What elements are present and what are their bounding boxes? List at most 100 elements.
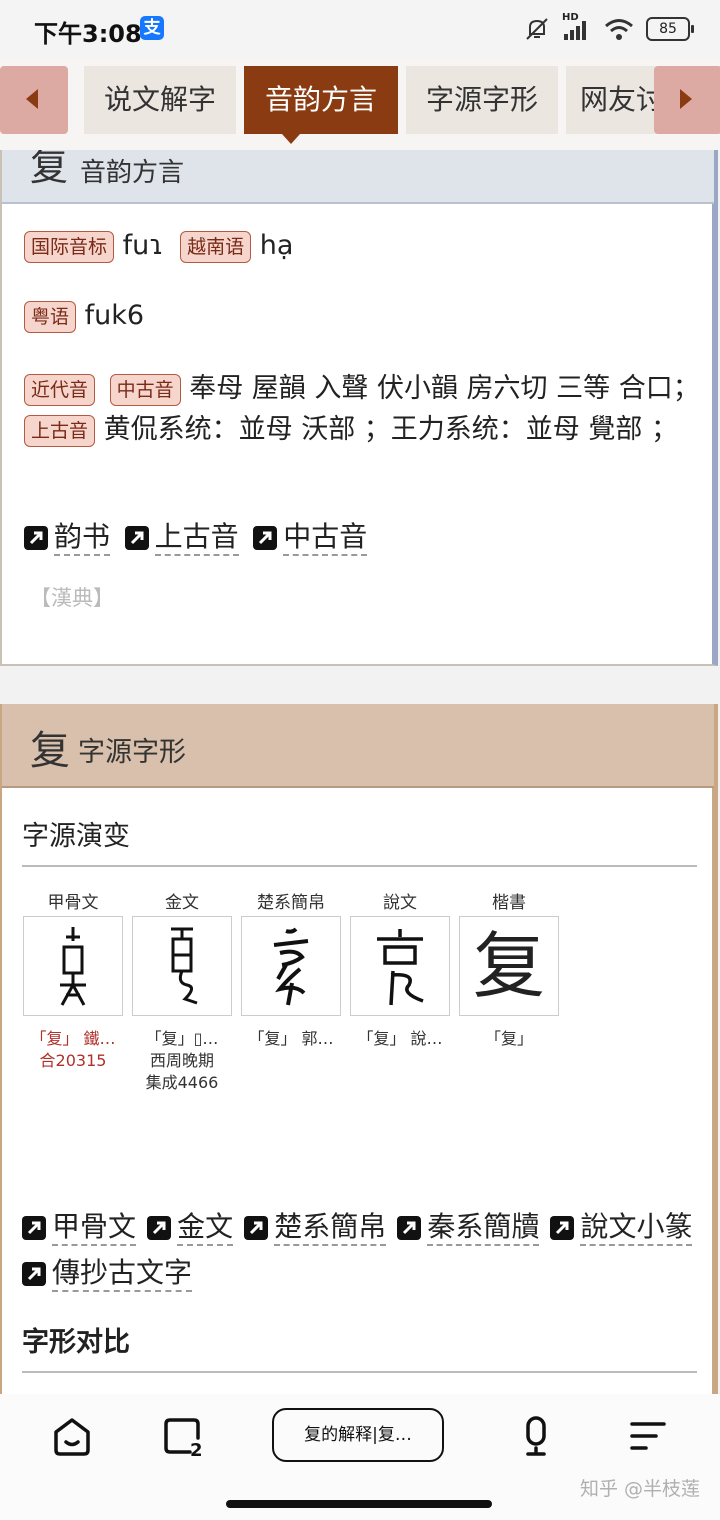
link-zhongguyin[interactable]: 中古音 — [253, 520, 368, 556]
section-title: 字源字形 — [78, 737, 186, 768]
external-link-icon — [22, 1216, 46, 1240]
glyph-oracle[interactable]: 甲骨文 「复」 鐵… 合20315 — [22, 888, 124, 1072]
link-jiaguwen[interactable]: 甲骨文 — [22, 1210, 137, 1246]
script-links: 甲骨文 金文 楚系簡帛 秦系簡牘 說文小篆 傳抄古文字 — [22, 1210, 712, 1302]
alipay-icon: 支 — [140, 16, 164, 40]
external-link-icon — [253, 526, 278, 550]
glyph-caption: 「复」▯… — [145, 1029, 219, 1048]
link-label: 韵书 — [54, 520, 111, 556]
glyph-bronze[interactable]: 金文 「复」▯… 西周晚期 集成4466 — [131, 888, 233, 1094]
wifi-icon — [605, 19, 633, 40]
microphone-icon — [526, 1416, 546, 1456]
external-link-icon — [124, 526, 149, 550]
ipa-badge: 国际音标 — [24, 230, 115, 263]
source-label: 【漢典】 — [30, 586, 114, 610]
tab-ziyuan[interactable]: 字源字形 — [406, 66, 558, 134]
chevron-left-icon — [26, 89, 38, 109]
glyph-shuowen[interactable]: 說文 「复」 說… — [349, 888, 451, 1050]
tabs-icon: 2 — [164, 1418, 203, 1461]
kaishu-char: 复 — [472, 924, 545, 1008]
svg-text:2: 2 — [190, 1440, 203, 1458]
compare-heading: 字形对比 — [22, 1320, 697, 1373]
bronze-glyph — [132, 916, 232, 1016]
middle-chinese-text-cont: 合口； — [618, 373, 700, 404]
section-char: 复 — [30, 728, 70, 774]
section-header: 复 字源字形 — [2, 704, 714, 788]
vietnamese-badge: 越南语 — [180, 230, 252, 263]
cantonese-row: 粤语 fuk6 — [24, 300, 144, 333]
chu-bamboo-glyph — [241, 916, 341, 1016]
chevron-right-icon — [680, 89, 692, 109]
old-chinese-badge: 上古音 — [24, 414, 96, 447]
home-indicator[interactable] — [226, 1500, 492, 1508]
link-label: 楚系簡帛 — [274, 1210, 387, 1246]
voice-button[interactable] — [514, 1414, 558, 1458]
link-label: 金文 — [177, 1210, 234, 1246]
glyph-caption: 「复」 — [484, 1029, 533, 1048]
external-link-icon — [22, 1262, 46, 1286]
external-link-icon — [24, 526, 48, 550]
glyph-caption-3: 集成4466 — [145, 1073, 219, 1092]
external-link-icon — [550, 1216, 575, 1240]
external-link-icon — [397, 1216, 422, 1240]
menu-icon — [630, 1422, 666, 1450]
middle-chinese-text: 奉母 屋韻 入聲 伏小韻 房六切 三等 — [189, 373, 611, 404]
old-chinese-text: 黄侃系统：並母 沃部 ；王力系统：並母 覺部 ； — [103, 414, 678, 445]
link-label: 傳抄古文字 — [52, 1256, 193, 1292]
tabs-button[interactable]: 2 — [160, 1414, 204, 1461]
watermark: 知乎 @半枝莲 — [579, 1478, 700, 1500]
tab-bar: 说文解字 音韵方言 字源字形 网友讨 — [0, 58, 720, 150]
link-chuanchao[interactable]: 傳抄古文字 — [22, 1256, 193, 1292]
link-label: 說文小篆 — [580, 1210, 693, 1246]
glyph-caption-2: 西周晚期 — [149, 1051, 214, 1070]
small-seal-glyph — [350, 916, 450, 1016]
link-shangguyin[interactable]: 上古音 — [124, 520, 239, 556]
external-link-icon — [244, 1216, 269, 1240]
ipa-row: 国际音标 fuɿ 越南语 hạ — [24, 230, 293, 263]
search-bar[interactable]: 复的解释|复… — [272, 1408, 444, 1462]
glyph-label: 甲骨文 — [47, 893, 99, 913]
link-label: 中古音 — [283, 520, 368, 556]
mute-icon — [526, 18, 548, 40]
section-phonology: 复 音韵方言 国际音标 fuɿ 越南语 hạ 粤语 fuk6 近代音 中古音 奉… — [0, 150, 718, 666]
glyph-label: 楚系簡帛 — [257, 893, 325, 913]
home-icon — [54, 1418, 90, 1456]
modern-badge: 近代音 — [24, 373, 96, 406]
menu-button[interactable] — [626, 1414, 670, 1458]
glyph-caption: 「复」 郭… — [248, 1029, 334, 1048]
link-jinwen[interactable]: 金文 — [147, 1210, 234, 1246]
bottom-nav: 2 复的解释|复… 知乎 @半枝莲 — [0, 1394, 720, 1520]
regular-script-glyph: 复 — [459, 916, 559, 1016]
section-title: 音韵方言 — [80, 158, 185, 188]
tab-prev-button[interactable] — [0, 66, 68, 134]
status-icons: HD 85 — [524, 12, 694, 44]
active-tab-pointer — [282, 134, 300, 144]
section-char: 复 — [30, 150, 69, 189]
link-label: 上古音 — [154, 520, 239, 556]
ipa-value: fuɿ — [122, 230, 164, 261]
glyph-label: 金文 — [165, 893, 199, 913]
vietnamese-value: hạ — [259, 230, 294, 261]
battery-icon: 85 — [646, 17, 694, 41]
section-header: 复 音韵方言 — [2, 150, 714, 204]
link-yunshu[interactable]: 韵书 — [24, 520, 111, 556]
link-label: 秦系簡牘 — [427, 1210, 540, 1246]
tab-next-button[interactable] — [654, 66, 720, 134]
glyph-chu[interactable]: 楚系簡帛 「复」 郭… — [240, 888, 342, 1050]
link-shuowen-xiaozhuan[interactable]: 說文小篆 — [550, 1210, 693, 1246]
glyph-caption: 「复」 說… — [357, 1029, 443, 1048]
glyph-label: 說文 — [383, 893, 417, 913]
evolution-heading: 字源演变 — [22, 814, 697, 867]
tab-shuowen[interactable]: 说文解字 — [84, 66, 236, 134]
reference-links: 韵书 上古音 中古音 — [24, 520, 373, 557]
oracle-bone-glyph — [23, 916, 123, 1016]
status-bar: 下午3:08 支 HD 85 — [0, 0, 720, 58]
glyph-kaishu[interactable]: 楷書 复 「复」 — [458, 888, 560, 1050]
link-qinxi[interactable]: 秦系簡牘 — [397, 1210, 540, 1246]
home-button[interactable] — [50, 1414, 94, 1458]
signal-icon: HD — [562, 12, 592, 42]
link-label: 甲骨文 — [52, 1210, 137, 1246]
tab-yinyun[interactable]: 音韵方言 — [244, 66, 398, 134]
link-chuxi[interactable]: 楚系簡帛 — [244, 1210, 387, 1246]
cantonese-badge: 粤语 — [24, 300, 77, 333]
